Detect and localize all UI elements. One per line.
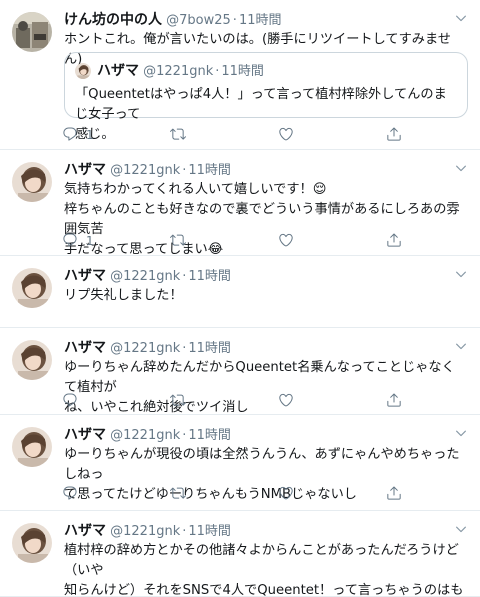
retweet-icon (170, 126, 186, 145)
caret-down-icon[interactable] (454, 521, 468, 535)
user-handle[interactable]: @1221gnk (110, 341, 180, 356)
reply-icon (62, 392, 78, 411)
avatar[interactable] (12, 427, 52, 467)
separator-dot: · (182, 524, 187, 539)
user-handle[interactable]: @1221gnk (110, 524, 180, 539)
tweet[interactable]: ハザマ @1221gnk · 11時間 リプ失礼しました！ (0, 256, 480, 328)
avatar[interactable] (12, 268, 52, 308)
like-icon (278, 392, 294, 411)
like-icon (278, 126, 294, 145)
tweet[interactable]: ハザマ @1221gnk · 11時間 植村梓の辞め方とかその他諸々よからんことがあっ… (0, 511, 480, 597)
share-button[interactable] (386, 126, 402, 144)
tweet-text: 植村梓の辞め方とかその他諸々よからんことがあったんだろうけど（いや 知らんけど）… (64, 543, 464, 597)
retweet-icon (170, 392, 186, 411)
reply-icon (62, 485, 78, 504)
like-button[interactable] (278, 232, 302, 250)
user-handle[interactable]: @7bow25 (166, 13, 231, 28)
reply-count: 1 (86, 128, 94, 142)
user-handle[interactable]: @1221gnk (110, 428, 180, 443)
share-icon (386, 485, 402, 504)
separator-dot: · (182, 341, 187, 356)
share-button[interactable] (386, 392, 402, 410)
tweet-actions (64, 392, 424, 410)
user-handle: @1221gnk (143, 64, 214, 79)
tweet-header: ハザマ @1221gnk · 11時間 (64, 521, 450, 541)
share-button[interactable] (386, 232, 402, 250)
retweet-icon (170, 232, 186, 251)
avatar[interactable] (12, 523, 52, 563)
reply-button[interactable] (62, 485, 86, 503)
retweet-button[interactable] (170, 392, 194, 410)
caret-down-icon[interactable] (454, 160, 468, 174)
display-name: ハザマ (97, 63, 139, 79)
share-icon (386, 126, 402, 145)
tweet-header: ハザマ @1221gnk · 11時間 (64, 160, 450, 180)
share-button[interactable] (386, 485, 402, 503)
avatar[interactable] (12, 340, 52, 380)
quoted-tweet-header: ハザマ @1221gnk · 11時間 (97, 61, 264, 82)
tweet-actions (64, 485, 424, 503)
display-name[interactable]: ハザマ (64, 523, 106, 539)
timestamp[interactable]: 11時間 (188, 341, 231, 356)
separator-dot: · (215, 64, 220, 79)
share-icon (386, 392, 402, 411)
tweet[interactable]: ハザマ @1221gnk · 11時間 ゆーりちゃんが現役の頃は全然うんうん、あずにゃ… (0, 415, 480, 511)
timestamp[interactable]: 11時間 (188, 269, 231, 284)
display-name[interactable]: ハザマ (64, 427, 106, 443)
avatar[interactable] (12, 162, 52, 202)
reply-button[interactable]: 1 (62, 232, 94, 250)
tweet-actions: 1 (64, 126, 424, 144)
timestamp: 11時間 (221, 64, 264, 79)
tweet-header: ハザマ @1221gnk · 11時間 (64, 425, 450, 445)
avatar[interactable] (12, 12, 52, 52)
timestamp[interactable]: 11時間 (239, 13, 282, 28)
separator-dot: · (182, 269, 187, 284)
display-name[interactable]: けん坊の中の人 (64, 12, 162, 28)
tweet[interactable]: けん坊の中の人 @7bow25 · 11時間 ホントこれ。俺が言いたいのは。(勝手にリ… (0, 0, 480, 150)
like-button[interactable] (278, 126, 302, 144)
tweet-header: ハザマ @1221gnk · 11時間 (64, 266, 450, 286)
tweet-header: ハザマ @1221gnk · 11時間 (64, 338, 450, 358)
like-icon (278, 485, 294, 504)
timestamp[interactable]: 11時間 (188, 428, 231, 443)
display-name[interactable]: ハザマ (64, 268, 106, 284)
caret-down-icon[interactable] (454, 425, 468, 439)
tweet-actions: 1 (64, 232, 424, 250)
separator-dot: · (182, 163, 187, 178)
retweet-icon (170, 485, 186, 504)
avatar (75, 63, 91, 79)
reply-button[interactable]: 1 (62, 126, 94, 144)
timestamp[interactable]: 11時間 (188, 163, 231, 178)
tweet-header: けん坊の中の人 @7bow25 · 11時間 (64, 10, 450, 30)
separator-dot: · (182, 428, 187, 443)
like-button[interactable] (278, 392, 302, 410)
display-name[interactable]: ハザマ (64, 162, 106, 178)
caret-down-icon[interactable] (454, 266, 468, 280)
like-icon (278, 232, 294, 251)
tweet[interactable]: ハザマ @1221gnk · 11時間 気持ちわかってくれる人いて嬉しいです！😌 梓ち… (0, 150, 480, 257)
tweet-text: リプ失礼しました！ (64, 288, 183, 303)
user-handle[interactable]: @1221gnk (110, 163, 180, 178)
separator-dot: · (232, 13, 237, 28)
reply-icon (62, 126, 78, 145)
reply-icon (62, 232, 78, 251)
retweet-button[interactable] (170, 232, 194, 250)
caret-down-icon[interactable] (454, 338, 468, 352)
user-handle[interactable]: @1221gnk (110, 269, 180, 284)
like-button[interactable] (278, 485, 302, 503)
display-name[interactable]: ハザマ (64, 340, 106, 356)
tweet[interactable]: ハザマ @1221gnk · 11時間 ゆーりちゃん辞めたんだからQueentet名乗… (0, 328, 480, 415)
caret-down-icon[interactable] (454, 10, 468, 24)
quoted-tweet[interactable]: ハザマ @1221gnk · 11時間 「Queentetはやっぱ4人！」って言って植… (64, 52, 468, 142)
timestamp[interactable]: 11時間 (188, 524, 231, 539)
reply-button[interactable] (62, 392, 86, 410)
reply-count: 1 (86, 234, 94, 248)
retweet-button[interactable] (170, 485, 194, 503)
share-icon (386, 232, 402, 251)
retweet-button[interactable] (170, 126, 194, 144)
